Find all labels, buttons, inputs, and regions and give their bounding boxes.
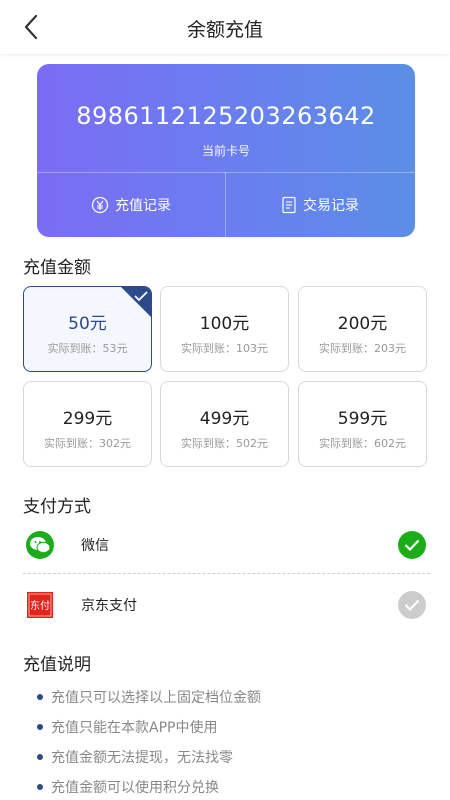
amount-actual: 实际到账：103元 (181, 342, 268, 355)
instructions-title: 充值说明 (23, 655, 91, 675)
amount-actual: 实际到账：302元 (44, 437, 131, 450)
amount-actual: 实际到账：53元 (47, 342, 128, 355)
check-icon (134, 291, 148, 302)
wechat-icon (23, 528, 57, 562)
instruction-item: 充值金额无法提现，无法找零 (37, 747, 233, 767)
recharge-records-button[interactable]: 充值记录 (37, 172, 225, 237)
amount-actual: 实际到账：203元 (319, 342, 406, 355)
card-number-label: 当前卡号 (201, 144, 250, 158)
amount-value: 599元 (337, 409, 388, 429)
instruction-text: 充值金额可以使用积分兑换 (51, 780, 219, 796)
page-title: 余额充值 (186, 19, 263, 41)
amount-option-200[interactable]: 200元 实际到账：203元 (298, 286, 427, 372)
instruction-item: 充值只可以选择以上固定档位金额 (37, 687, 261, 707)
amount-value: 499元 (199, 409, 250, 429)
selected-check-icon (398, 531, 426, 559)
amount-value: 100元 (199, 314, 250, 334)
transaction-records-button[interactable]: 交易记录 (226, 172, 414, 237)
payment-name: 京东支付 (81, 598, 137, 614)
recharge-amount-title: 充值金额 (23, 258, 91, 278)
instruction-text: 充值只能在本款APP中使用 (51, 720, 218, 736)
instruction-text: 充值金额无法提现，无法找零 (51, 750, 233, 766)
amount-option-100[interactable]: 100元 实际到账：103元 (160, 286, 289, 372)
transaction-records-label: 交易记录 (303, 197, 359, 214)
payment-option-jd-pay[interactable]: 东付 京东支付 (23, 575, 430, 635)
amount-option-299[interactable]: 299元 实际到账：302元 (23, 381, 152, 467)
amount-value: 299元 (62, 409, 113, 429)
amount-actual: 实际到账：602元 (319, 437, 406, 450)
payment-option-wechat[interactable]: 微信 (23, 515, 430, 575)
bullet-dot (37, 784, 43, 790)
payment-name: 微信 (81, 538, 109, 554)
yen-circle-icon (91, 196, 109, 214)
amount-actual: 实际到账：502元 (181, 437, 268, 450)
instruction-text: 充值只可以选择以上固定档位金额 (51, 690, 261, 706)
bullet-dot (37, 694, 43, 700)
jd-pay-icon-text: 东付 (30, 599, 50, 612)
bullet-dot (37, 724, 43, 730)
document-icon (281, 196, 297, 214)
card-number: 8986112125203263642 (76, 102, 376, 130)
unselected-check-icon (398, 591, 426, 619)
amount-option-499[interactable]: 499元 实际到账：502元 (160, 381, 289, 467)
amount-option-50[interactable]: 50元 实际到账：53元 (23, 286, 152, 372)
payment-method-title: 支付方式 (23, 497, 91, 517)
recharge-records-label: 充值记录 (115, 197, 171, 214)
amount-option-599[interactable]: 599元 实际到账：602元 (298, 381, 427, 467)
bullet-dot (37, 754, 43, 760)
top-bar: 余额充值 (0, 0, 450, 54)
amount-value: 200元 (337, 314, 388, 334)
instruction-item: 充值金额可以使用积分兑换 (37, 777, 219, 797)
instruction-item: 充值只能在本款APP中使用 (37, 717, 217, 737)
payment-divider (23, 573, 430, 574)
jd-pay-icon: 东付 (23, 588, 57, 622)
card-panel: 8986112125203263642 当前卡号 充值记录 交易记录 (37, 64, 415, 237)
